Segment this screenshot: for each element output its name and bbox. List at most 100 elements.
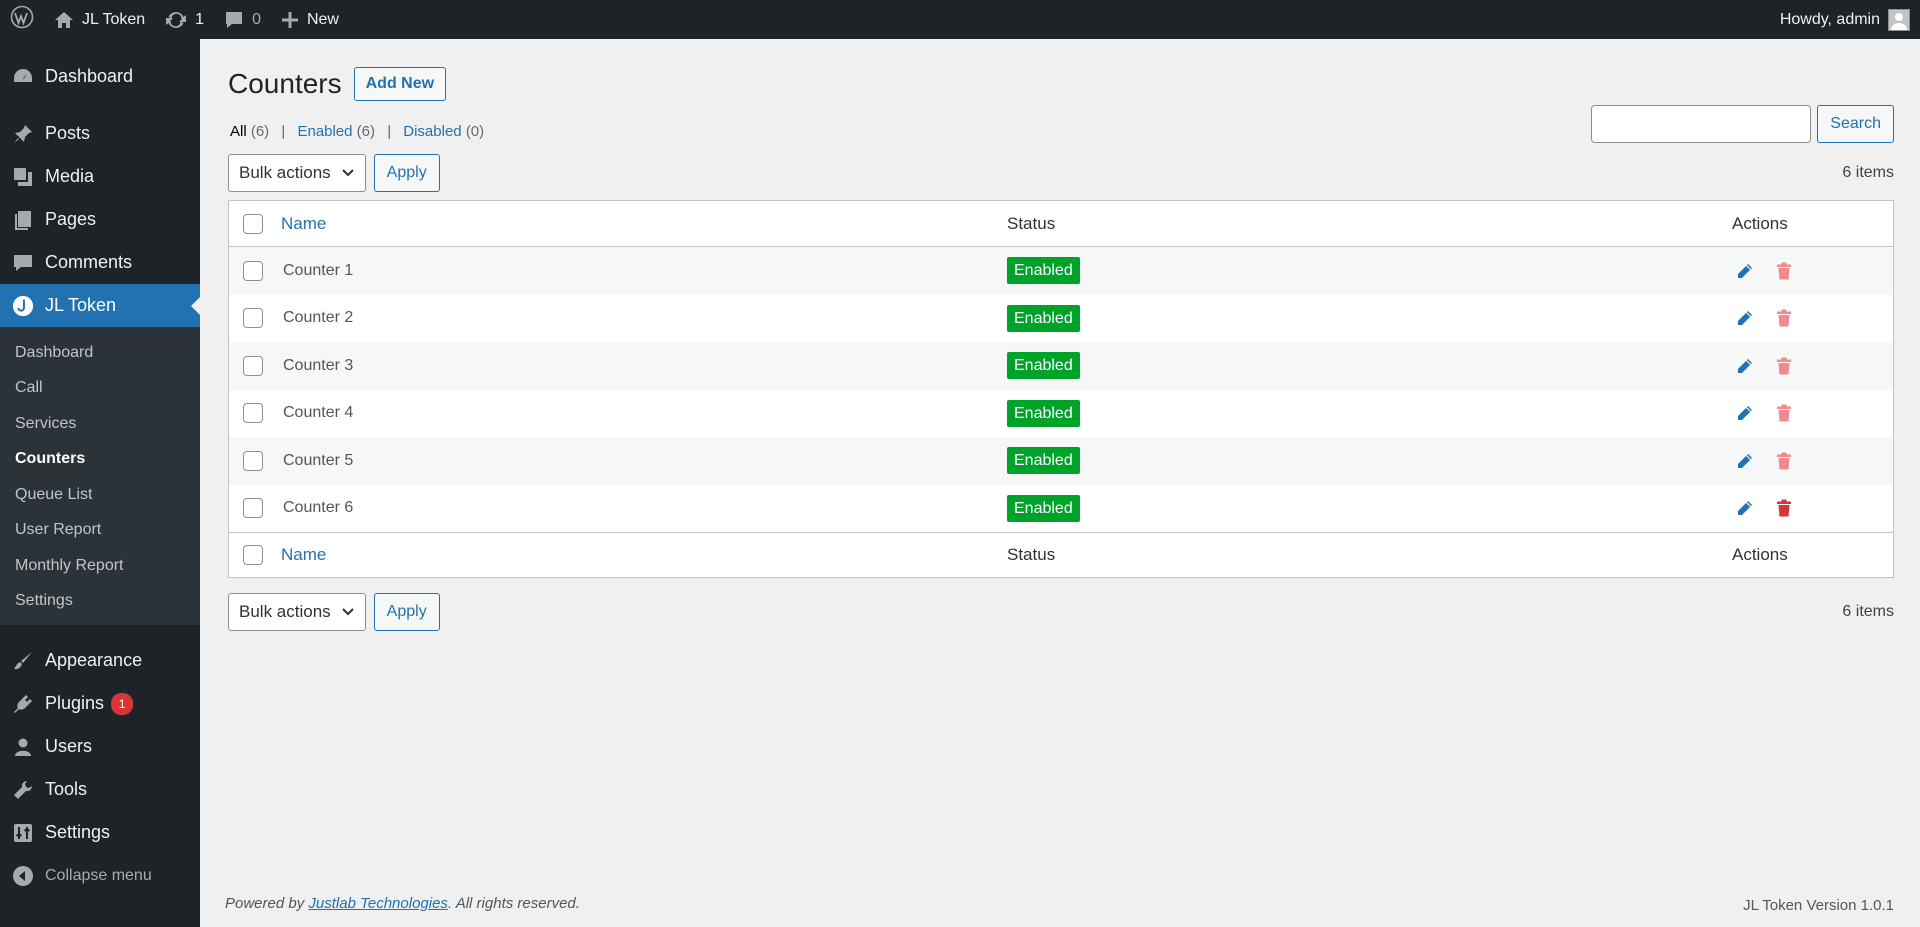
select-all-checkbox[interactable] xyxy=(243,213,263,234)
menu-dashboard[interactable]: Dashboard xyxy=(0,55,200,98)
row-checkbox[interactable] xyxy=(243,308,263,329)
menu-label: Dashboard xyxy=(45,66,134,86)
plus-icon xyxy=(281,11,299,29)
bulk-actions-select[interactable]: Bulk actions xyxy=(228,154,366,192)
apply-button[interactable]: Apply xyxy=(373,593,440,631)
menu-label: Comments xyxy=(45,252,133,272)
menu-appearance[interactable]: Appearance xyxy=(0,639,200,682)
table-row: Counter 4 Enabled xyxy=(229,390,1893,438)
search-button[interactable]: Search xyxy=(1817,105,1894,143)
column-name-header[interactable]: Name xyxy=(281,214,326,234)
edit-icon[interactable] xyxy=(1736,404,1754,422)
menu-media[interactable]: Media xyxy=(0,155,200,198)
admin-bar: JL Token 1 0 New Howdy, admin xyxy=(0,0,1920,39)
company-link[interactable]: Justlab Technologies xyxy=(308,895,448,912)
menu-pages[interactable]: Pages xyxy=(0,198,200,241)
plugins-update-badge: 1 xyxy=(111,692,134,715)
menu-label: Pages xyxy=(45,209,97,229)
counter-name: Counter 2 xyxy=(283,309,354,327)
row-checkbox[interactable] xyxy=(243,260,263,281)
comment-bubble-icon xyxy=(224,10,244,30)
submenu-user-report[interactable]: User Report xyxy=(0,513,200,549)
submenu-call[interactable]: Call xyxy=(0,371,200,407)
plugin-icon xyxy=(12,693,34,715)
jl-token-submenu: Dashboard Call Services Counters Queue L… xyxy=(0,327,200,625)
admin-sidebar: Dashboard Posts Media Pages Comments JL … xyxy=(0,39,200,927)
column-status-footer: Status xyxy=(1007,545,1056,564)
add-new-button[interactable]: Add New xyxy=(353,67,447,101)
edit-icon[interactable] xyxy=(1736,499,1754,517)
delete-icon[interactable] xyxy=(1776,309,1792,327)
comments-count: 0 xyxy=(252,10,261,28)
status-badge: Enabled xyxy=(1007,352,1080,380)
submenu-queue-list[interactable]: Queue List xyxy=(0,477,200,513)
rights-text: . All rights reserved. xyxy=(447,895,580,912)
search-input[interactable] xyxy=(1591,105,1812,143)
submenu-dashboard[interactable]: Dashboard xyxy=(0,335,200,371)
menu-plugins[interactable]: Plugins 1 xyxy=(0,682,200,725)
menu-label: Posts xyxy=(45,123,91,143)
column-name-footer[interactable]: Name xyxy=(281,545,326,565)
menu-label: Media xyxy=(45,166,95,186)
delete-icon[interactable] xyxy=(1776,404,1792,422)
row-checkbox[interactable] xyxy=(243,498,263,519)
items-count: 6 items xyxy=(1842,164,1894,181)
status-badge: Enabled xyxy=(1007,447,1080,475)
new-content-link[interactable]: New xyxy=(271,0,349,39)
status-badge: Enabled xyxy=(1007,257,1080,285)
table-header-row: Name Status Actions xyxy=(229,201,1893,247)
tablenav-bottom: Bulk actions Apply 6 items xyxy=(228,593,1894,631)
menu-settings[interactable]: Settings xyxy=(0,811,200,854)
wordpress-logo-button[interactable] xyxy=(0,0,44,39)
menu-comments[interactable]: Comments xyxy=(0,241,200,284)
jl-token-icon xyxy=(12,295,34,317)
wrench-icon xyxy=(12,779,34,801)
settings-icon xyxy=(12,822,34,844)
collapse-menu-button[interactable]: Collapse menu xyxy=(0,854,200,897)
search-box: Search xyxy=(1591,105,1894,143)
wordpress-logo-icon xyxy=(10,5,34,34)
edit-icon[interactable] xyxy=(1736,262,1754,280)
page-title: Counters xyxy=(228,68,342,99)
apply-button[interactable]: Apply xyxy=(373,154,440,192)
filter-enabled[interactable]: Enabled xyxy=(297,123,352,140)
column-status-header: Status xyxy=(1007,213,1056,233)
row-checkbox[interactable] xyxy=(243,403,263,424)
delete-icon[interactable] xyxy=(1776,499,1792,517)
chevron-down-icon xyxy=(341,602,355,622)
menu-label: JL Token xyxy=(45,295,117,315)
delete-icon[interactable] xyxy=(1776,357,1792,375)
filter-separator: | xyxy=(387,123,392,140)
select-all-checkbox[interactable] xyxy=(243,545,263,565)
submenu-monthly-report[interactable]: Monthly Report xyxy=(0,548,200,584)
menu-tools[interactable]: Tools xyxy=(0,768,200,811)
menu-label: Settings xyxy=(45,822,111,842)
filter-disabled[interactable]: Disabled xyxy=(403,123,461,140)
menu-posts[interactable]: Posts xyxy=(0,112,200,155)
table-row: Counter 3 Enabled xyxy=(229,342,1893,390)
delete-icon[interactable] xyxy=(1776,452,1792,470)
table-row: Counter 5 Enabled xyxy=(229,437,1893,485)
menu-users[interactable]: Users xyxy=(0,725,200,768)
submenu-counters[interactable]: Counters xyxy=(0,442,200,478)
site-name-link[interactable]: JL Token xyxy=(44,0,155,39)
filter-all[interactable]: All xyxy=(230,123,247,140)
row-checkbox[interactable] xyxy=(243,355,263,376)
edit-icon[interactable] xyxy=(1736,357,1754,375)
delete-icon[interactable] xyxy=(1776,262,1792,280)
submenu-settings[interactable]: Settings xyxy=(0,584,200,620)
footer-credit: Powered by Justlab Technologies. All rig… xyxy=(225,895,580,912)
edit-icon[interactable] xyxy=(1736,309,1754,327)
counters-table: Name Status Actions Counter 1 Enabled Co… xyxy=(228,200,1894,578)
comments-link[interactable]: 0 xyxy=(214,0,271,39)
bulk-actions-select[interactable]: Bulk actions xyxy=(228,593,366,631)
submenu-services[interactable]: Services xyxy=(0,406,200,442)
menu-jl-token[interactable]: JL Token xyxy=(0,284,200,327)
my-account[interactable]: Howdy, admin xyxy=(1780,0,1920,39)
collapse-icon xyxy=(12,865,34,887)
menu-label: Users xyxy=(45,736,93,756)
row-checkbox[interactable] xyxy=(243,450,263,471)
main-content: Counters Add New All (6) | Enabled (6) |… xyxy=(200,39,1920,927)
updates-link[interactable]: 1 xyxy=(155,0,214,39)
edit-icon[interactable] xyxy=(1736,452,1754,470)
